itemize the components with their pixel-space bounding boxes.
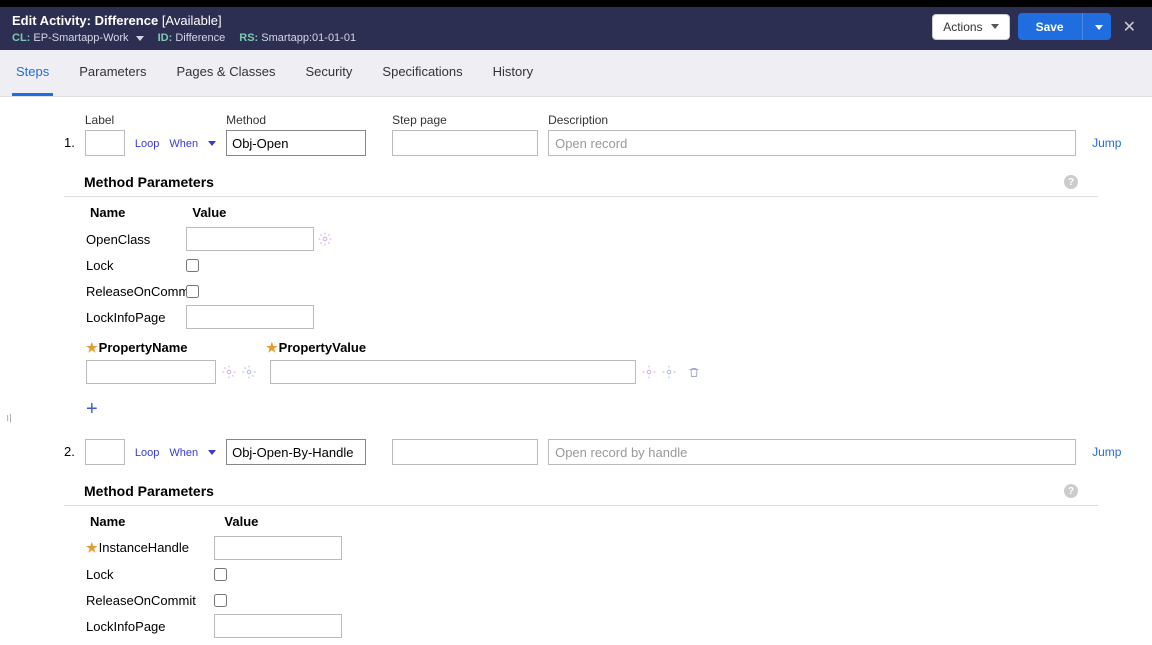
when-link[interactable]: When [169, 138, 198, 156]
param-checkbox-lock[interactable] [214, 568, 227, 581]
step-row: 2. Loop When Jump [64, 439, 1098, 465]
id-value: Difference [175, 32, 225, 44]
method-input[interactable] [226, 439, 366, 465]
description-input[interactable] [548, 130, 1076, 156]
jump-link[interactable]: Jump [1092, 136, 1121, 156]
param-input-instance[interactable] [214, 536, 342, 560]
method-input[interactable] [226, 130, 366, 156]
param-label: LockInfoPage [86, 310, 186, 325]
chevron-down-icon [991, 24, 999, 29]
param-label: Lock [86, 567, 214, 582]
gear-icon[interactable] [222, 365, 236, 379]
tab-history[interactable]: History [489, 50, 537, 96]
method-parameters-title: Method Parameters [84, 174, 214, 190]
app-top-bar [0, 0, 1152, 7]
step-page-input[interactable] [392, 439, 538, 465]
param-label: ReleaseOnCommit [86, 593, 214, 608]
save-button[interactable]: Save [1018, 13, 1082, 40]
trash-icon[interactable] [688, 366, 700, 379]
param-label: ReleaseOnCommit [86, 284, 186, 299]
gear-icon[interactable] [662, 365, 676, 379]
chevron-down-icon [1095, 25, 1103, 30]
step-row: 1. Label Loop When Method Step page Desc… [64, 113, 1098, 156]
gear-icon[interactable] [642, 365, 656, 379]
save-dropdown-button[interactable] [1082, 13, 1111, 40]
rs-label: RS: [239, 32, 258, 44]
label-input[interactable] [85, 439, 125, 465]
prop-value-header: ★PropertyValue [266, 340, 366, 356]
help-icon[interactable]: ? [1064, 484, 1078, 498]
property-value-input[interactable] [270, 360, 636, 384]
divider [64, 196, 1098, 197]
content-area: 1. Label Loop When Method Step page Desc… [14, 97, 1138, 645]
param-label: OpenClass [86, 232, 186, 247]
close-icon[interactable]: ✕ [1119, 17, 1140, 37]
param-checkbox-release[interactable] [214, 594, 227, 607]
help-icon[interactable]: ? [1064, 175, 1078, 189]
tab-steps[interactable]: Steps [12, 50, 53, 96]
gear-icon[interactable] [242, 365, 256, 379]
prop-name-header: ★PropertyName [86, 340, 266, 356]
label-input[interactable] [85, 130, 125, 156]
tab-parameters[interactable]: Parameters [75, 50, 150, 96]
loop-link[interactable]: Loop [135, 447, 159, 465]
param-input-lockinfo[interactable] [214, 614, 342, 638]
expand-icon[interactable] [208, 141, 216, 146]
page-title: Edit Activity: Difference [Available] [12, 13, 356, 28]
rs-value: Smartapp:01-01-01 [261, 32, 356, 44]
param-header-value: Value [224, 514, 258, 529]
param-header-value: Value [192, 205, 226, 220]
column-header-method: Method [226, 113, 366, 127]
loop-link[interactable]: Loop [135, 138, 159, 156]
page-header: Edit Activity: Difference [Available] CL… [0, 7, 1152, 50]
param-checkbox-lock[interactable] [186, 259, 199, 272]
tab-security[interactable]: Security [301, 50, 356, 96]
jump-link[interactable]: Jump [1092, 445, 1121, 465]
param-input-lockinfo[interactable] [186, 305, 314, 329]
param-label: Lock [86, 258, 186, 273]
tab-specifications[interactable]: Specifications [378, 50, 466, 96]
id-label: ID: [158, 32, 173, 44]
tabs-bar: Steps Parameters Pages & Classes Securit… [0, 50, 1152, 97]
description-input[interactable] [548, 439, 1076, 465]
param-input-openclass[interactable] [186, 227, 314, 251]
param-checkbox-release[interactable] [186, 285, 199, 298]
method-parameters-title: Method Parameters [84, 483, 214, 499]
property-name-input[interactable] [86, 360, 216, 384]
actions-button[interactable]: Actions [932, 14, 1009, 40]
param-header-name: Name [90, 205, 125, 220]
step-page-input[interactable] [392, 130, 538, 156]
column-header-description: Description [548, 113, 1076, 127]
gear-icon[interactable] [318, 232, 332, 246]
param-header-name: Name [90, 514, 125, 529]
step-number: 2. [64, 444, 75, 465]
column-header-steppage: Step page [392, 113, 538, 127]
when-link[interactable]: When [169, 447, 198, 465]
add-icon[interactable]: + [86, 398, 104, 421]
divider [64, 505, 1098, 506]
tab-pages-classes[interactable]: Pages & Classes [172, 50, 279, 96]
chevron-down-icon[interactable] [136, 36, 144, 41]
cl-label: CL: [12, 32, 30, 44]
drag-handle-icon[interactable]: 〢 [4, 410, 14, 425]
step-number: 1. [64, 135, 75, 156]
cl-value[interactable]: EP-Smartapp-Work [33, 32, 128, 44]
param-label: ★InstanceHandle [86, 540, 214, 556]
expand-icon[interactable] [208, 450, 216, 455]
column-header-label: Label [85, 113, 125, 127]
